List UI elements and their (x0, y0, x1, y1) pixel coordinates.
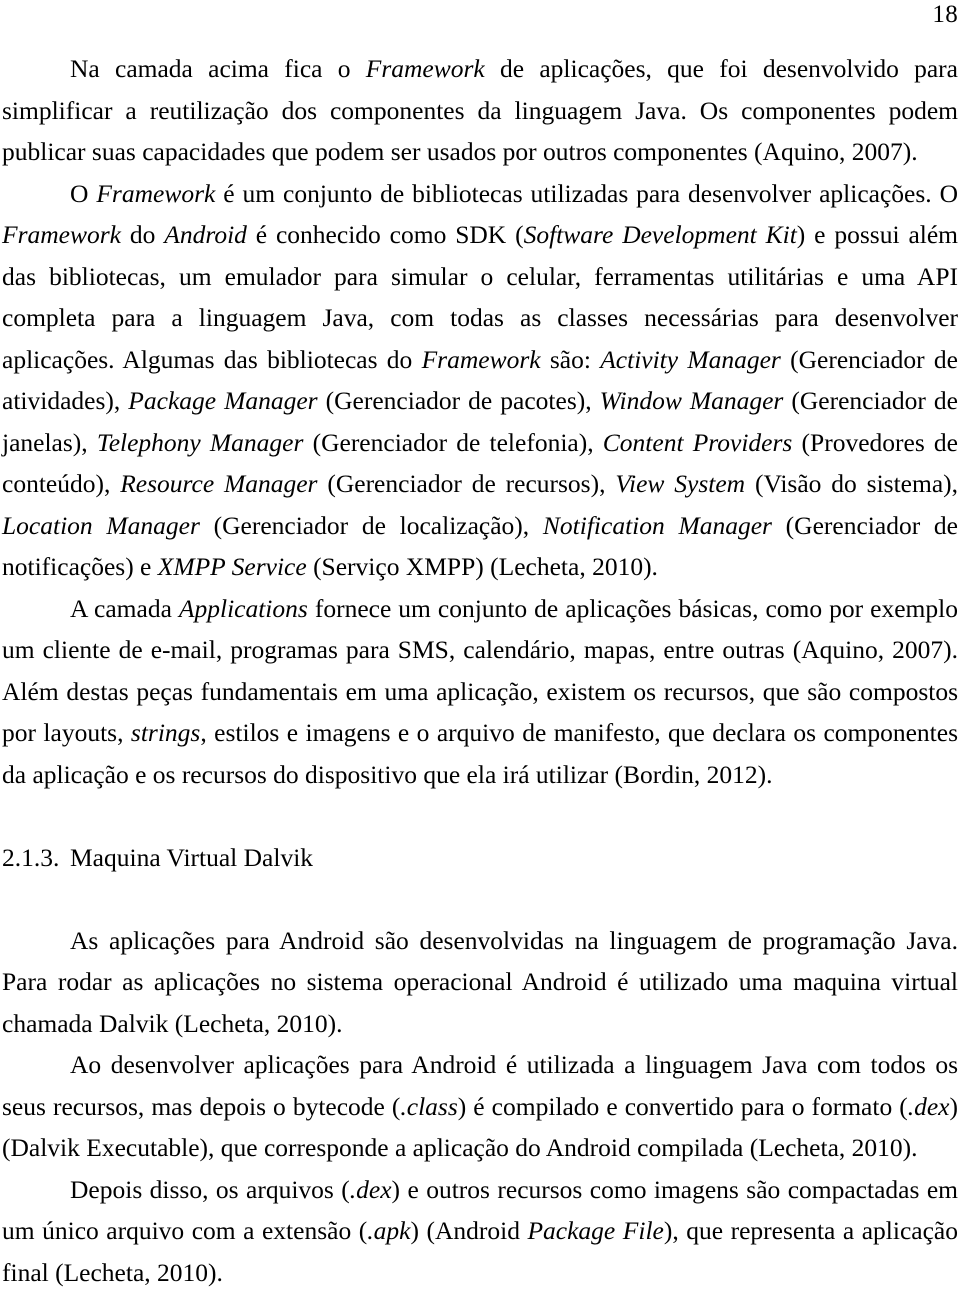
section-heading: 2.1.3. Maquina Virtual Dalvik (2, 837, 958, 879)
emphasis-run: .class (400, 1092, 457, 1121)
emphasis-run: View System (615, 469, 745, 498)
heading-spacer-below (2, 878, 958, 920)
paragraph-5: Ao desenvolver aplicações para Android é… (2, 1044, 958, 1169)
text-run: (Serviço XMPP) (Lecheta, 2010). (307, 552, 658, 581)
emphasis-run: Location Manager (2, 511, 200, 540)
emphasis-run: strings (131, 718, 200, 747)
text-run: (Gerenciador de pacotes), (318, 386, 600, 415)
emphasis-run: Package Manager (128, 386, 317, 415)
section-heading-title: Maquina Virtual Dalvik (70, 837, 958, 879)
text-run: ) (Android (410, 1216, 527, 1245)
emphasis-run: Framework (96, 179, 215, 208)
paragraph-6: Depois disso, os arquivos (.dex) e outro… (2, 1169, 958, 1293)
document-body: Na camada acima fica o Framework de apli… (2, 48, 958, 1293)
document-page: 18 Na camada acima fica o Framework de a… (0, 0, 960, 1242)
text-run: ) é compilado e convertido para o format… (458, 1092, 908, 1121)
paragraph-3: A camada Applications fornece um conjunt… (2, 588, 958, 796)
paragraph-1: Na camada acima fica o Framework de apli… (2, 48, 958, 173)
emphasis-run: XMPP Service (158, 552, 307, 581)
text-run: é conhecido como SDK ( (247, 220, 524, 249)
text-run: As aplicações para Android são desenvolv… (2, 926, 958, 1038)
text-run: (Gerenciador de recursos), (317, 469, 615, 498)
text-run: A camada (70, 594, 179, 623)
emphasis-run: Android (164, 220, 247, 249)
emphasis-run: .apk (367, 1216, 410, 1245)
text-run: Na camada acima fica o (70, 54, 366, 83)
section-heading-number: 2.1.3. (2, 837, 70, 879)
text-run: são: (541, 345, 601, 374)
emphasis-run: Notification Manager (543, 511, 772, 540)
emphasis-run: Framework (2, 220, 121, 249)
heading-spacer-above (2, 795, 958, 837)
emphasis-run: Software Development Kit (524, 220, 797, 249)
text-run: (Gerenciador de localização), (200, 511, 543, 540)
emphasis-run: Telephony Manager (97, 428, 304, 457)
emphasis-run: Content Providers (603, 428, 793, 457)
emphasis-run: Resource Manager (120, 469, 317, 498)
emphasis-run: .dex (908, 1092, 950, 1121)
text-run: do (121, 220, 164, 249)
paragraph-2: O Framework é um conjunto de bibliotecas… (2, 173, 958, 588)
text-run: (Gerenciador de telefonia), (303, 428, 602, 457)
text-run: O (70, 179, 96, 208)
paragraph-4: As aplicações para Android são desenvolv… (2, 920, 958, 1045)
emphasis-run: .dex (350, 1175, 392, 1204)
text-run: é um conjunto de bibliotecas utilizadas … (215, 179, 958, 208)
text-run: (Visão do sistema), (745, 469, 958, 498)
emphasis-run: Window Manager (600, 386, 784, 415)
text-run: Depois disso, os arquivos ( (70, 1175, 350, 1204)
emphasis-run: Framework (366, 54, 485, 83)
page-number: 18 (932, 0, 958, 30)
emphasis-run: Activity Manager (600, 345, 781, 374)
emphasis-run: Package File (527, 1216, 663, 1245)
emphasis-run: Applications (179, 594, 308, 623)
emphasis-run: Framework (422, 345, 541, 374)
